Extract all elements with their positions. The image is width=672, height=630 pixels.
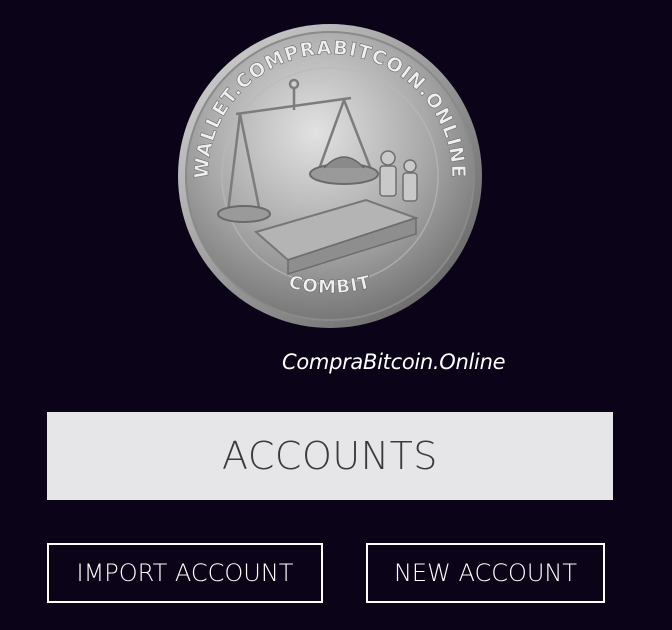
new-account-button[interactable]: NEW ACCOUNT — [366, 543, 605, 603]
site-tagline: CompraBitcoin.Online — [282, 350, 506, 374]
accounts-title: ACCOUNTS — [222, 434, 438, 478]
import-account-button[interactable]: IMPORT ACCOUNT — [47, 543, 323, 603]
accounts-header: ACCOUNTS — [47, 412, 613, 500]
coin-logo-icon: WALLET.COMPRABITCOIN.ONLINE COMBIT — [178, 24, 482, 328]
